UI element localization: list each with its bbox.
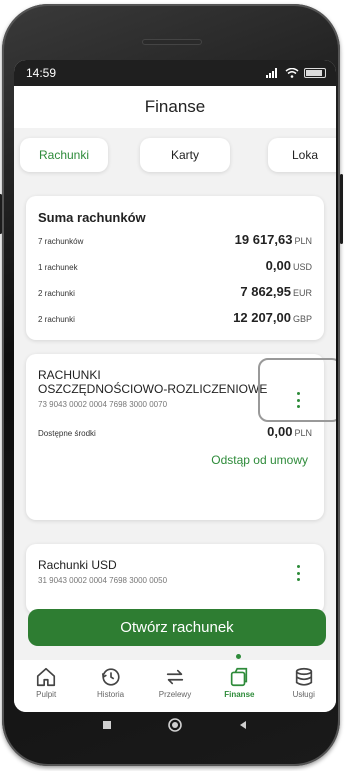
summary-title: Suma rachunków [38,210,146,225]
back-icon[interactable] [238,720,248,730]
nav-label: Finanse [224,690,255,699]
page-title: Finanse [14,86,336,128]
tab-lokaty[interactable]: Loka [268,138,336,172]
signal-icon [266,68,277,78]
transfer-icon [166,669,184,685]
menu-highlight-frame [258,358,336,422]
summary-row: 7 rachunków 19 617,63 PLN [38,231,312,257]
open-account-button[interactable]: Otwórz rachunek [28,609,326,646]
phone-frame: 14:59 Finanse Rachunki Karty Loka Suma r… [0,4,343,766]
volume-button [340,174,343,244]
tab-rachunki[interactable]: Rachunki [20,138,108,172]
summary-currency: USD [292,262,312,272]
summary-row-label: 2 rachunki [38,289,75,298]
summary-row-value: 0,00 USD [266,257,312,275]
nav-przelewy[interactable]: Przelewy [145,666,205,699]
home-button-icon[interactable] [167,717,183,733]
battery-icon [304,68,326,78]
summary-amount: 12 207,00 [233,310,291,325]
nav-label: Przelewy [158,690,192,699]
active-indicator-dot [236,654,241,659]
nav-label: Usługi [292,690,315,699]
account-usd-number: 31 9043 0002 0004 7698 3000 0050 [38,576,168,585]
balance-amount: 0,00 [267,424,293,439]
summary-row-value: 12 207,00 GBP [233,309,312,327]
wifi-icon [285,68,299,78]
recents-icon[interactable] [102,720,112,730]
services-icon [295,667,312,686]
account-usd-title: Rachunki USD [38,558,117,572]
summary-row: 1 rachunek 0,00 USD [38,257,312,283]
finance-icon [231,667,248,687]
status-bar: 14:59 [14,60,336,86]
summary-row-label: 2 rachunki [38,315,75,324]
tab-karty[interactable]: Karty [140,138,230,172]
nav-label: Historia [97,690,125,699]
nav-uslugi[interactable]: Usługi [274,666,334,699]
summary-currency: PLN [294,236,312,246]
nav-historia[interactable]: Historia [81,666,141,699]
tab-bar: Rachunki Karty Loka [14,128,336,186]
status-icons [266,68,326,78]
balance-row: Dostępne środki 0,00 PLN [38,423,312,449]
power-button [0,194,2,234]
summary-row-value: 19 617,63 PLN [235,231,312,249]
summary-amount: 0,00 [265,258,291,273]
screen: 14:59 Finanse Rachunki Karty Loka Suma r… [14,60,336,712]
summary-amount: 7 862,95 [240,284,291,299]
summary-currency: GBP [292,314,312,324]
system-nav-bar [14,712,336,738]
summary-currency: EUR [292,288,312,298]
summary-card: Suma rachunków 7 rachunków 19 617,63 PLN … [26,196,324,340]
summary-row-value: 7 862,95 EUR [240,283,312,301]
summary-amount: 19 617,63 [234,232,293,247]
summary-row-label: 7 rachunków [38,237,84,246]
balance-currency: PLN [294,428,312,438]
bottom-nav: Pulpit Historia Przelewy Finanse Usługi [14,660,336,712]
nav-pulpit[interactable]: Pulpit [16,666,76,699]
account-usd-menu-button[interactable] [289,562,307,584]
withdraw-link[interactable]: Odstąp od umowy [38,453,312,467]
history-icon [101,668,120,686]
account-card-usd[interactable]: Rachunki USD 31 9043 0002 0004 7698 3000… [26,544,324,614]
nav-label: Pulpit [36,690,57,699]
summary-row-label: 1 rachunek [38,263,78,272]
home-icon [37,667,56,687]
summary-row: 2 rachunki 12 207,00 GBP [38,309,312,335]
balance-value: 0,00 PLN [267,423,312,441]
speaker-grille [142,39,202,45]
summary-row: 2 rachunki 7 862,95 EUR [38,283,312,309]
nav-finanse[interactable]: Finanse [209,666,269,699]
status-time: 14:59 [26,66,57,80]
balance-label: Dostępne środki [38,429,96,438]
